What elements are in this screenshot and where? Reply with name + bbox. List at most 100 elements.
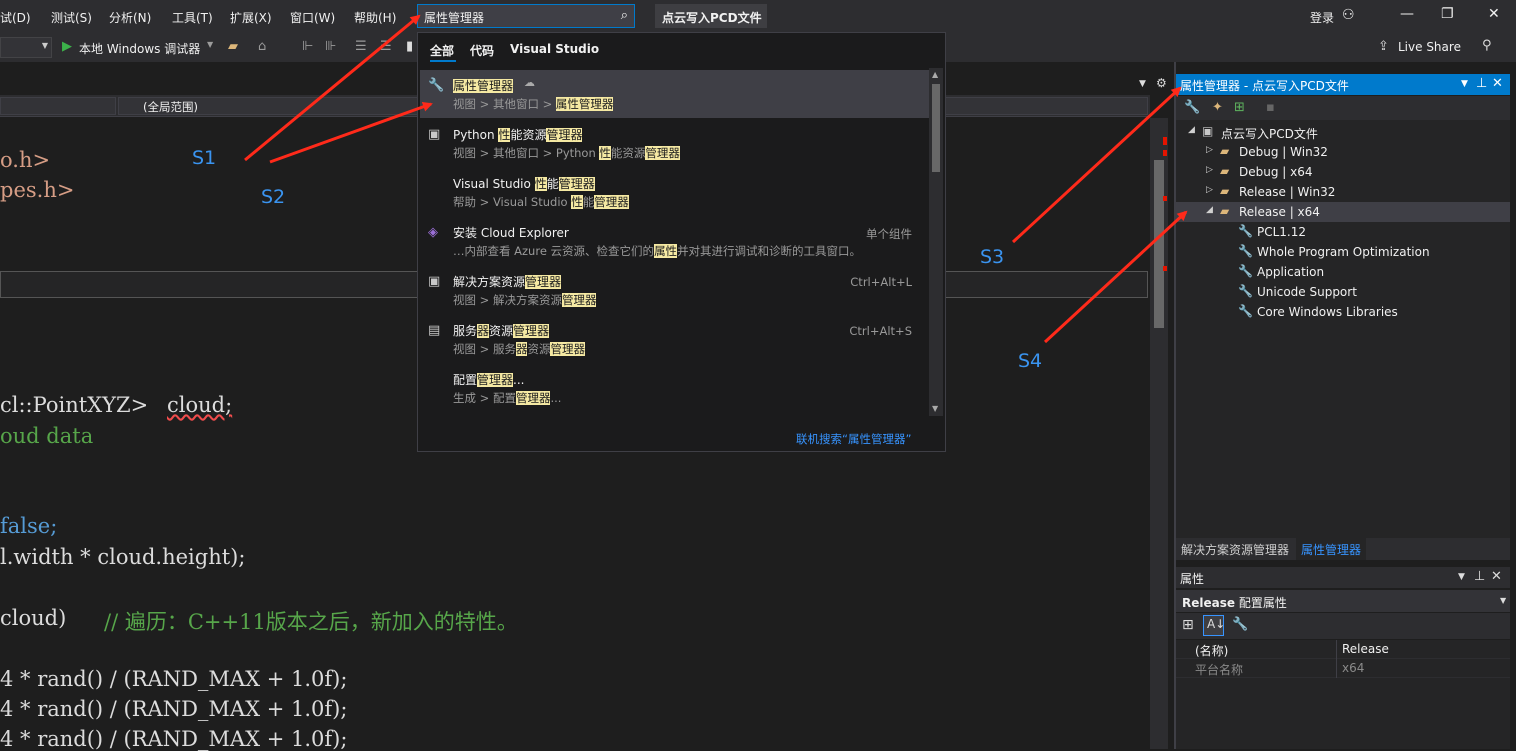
search-result-item[interactable]: 配置管理器... 生成 > 配置管理器... xyxy=(420,364,930,412)
tree-item[interactable]: 🔧 Core Windows Libraries xyxy=(1176,302,1510,322)
window-dropdown-icon[interactable]: ▼ xyxy=(1461,79,1468,89)
menu-window[interactable]: 窗口(W) xyxy=(290,9,335,26)
folder-icon[interactable]: ▰ xyxy=(228,39,238,54)
result-subtitle: 视图 > 其他窗口 > Python 性能资源管理器 xyxy=(453,145,680,161)
tab-solution-explorer[interactable]: 解决方案资源管理器 xyxy=(1176,538,1295,560)
result-text-segment: 服务 xyxy=(453,324,478,338)
annotation-s1: S1 xyxy=(192,147,217,169)
menu-extensions[interactable]: 扩展(X) xyxy=(230,9,272,26)
add-new-sheet-icon[interactable]: ⊞ xyxy=(1234,100,1245,115)
search-result-item[interactable]: 🔧 属性管理器 视图 > 其他窗口 > 属性管理器 ☁ xyxy=(420,70,930,118)
expand-arrow-icon[interactable]: ▷ xyxy=(1206,145,1213,155)
result-text-segment: …内部查看 Azure 云资源、检查它们的 xyxy=(453,244,655,258)
collapse-arrow-icon[interactable]: ◢ xyxy=(1188,125,1195,135)
indent-icon[interactable]: ☰ xyxy=(355,39,367,54)
start-debug-button[interactable]: 本地 Windows 调试器 xyxy=(79,40,200,57)
properties-close-icon[interactable]: ✕ xyxy=(1491,569,1502,584)
categorized-icon[interactable]: ⊞ xyxy=(1182,617,1194,633)
minimize-icon[interactable]: — xyxy=(1400,6,1414,22)
scroll-down-icon[interactable]: ▼ xyxy=(932,404,938,413)
tree-item[interactable]: 🔧 Unicode Support xyxy=(1176,282,1510,302)
result-icon: ◈ xyxy=(428,225,438,240)
properties-pin-icon[interactable]: ⊥ xyxy=(1474,569,1485,584)
project-scope-dropdown[interactable] xyxy=(0,97,116,115)
result-text-segment: 管理器 xyxy=(513,324,550,338)
tree-item[interactable]: ◢ ▰ Release | x64 xyxy=(1176,202,1510,222)
account-icon[interactable]: ⚇ xyxy=(1342,7,1355,23)
tree-item[interactable]: ◢ ▣ 点云写入PCD文件 xyxy=(1176,122,1510,142)
tab-list-dropdown-icon[interactable]: ▼ xyxy=(1139,79,1146,89)
tree-item[interactable]: 🔧 PCL1.12 xyxy=(1176,222,1510,242)
result-text-segment: 属性管理器 xyxy=(555,97,614,111)
result-subtitle: 生成 > 配置管理器... xyxy=(453,390,561,406)
close-panel-icon[interactable]: ✕ xyxy=(1492,76,1503,91)
search-result-item[interactable]: ▣ 解决方案资源管理器 视图 > 解决方案资源管理器 Ctrl+Alt+L xyxy=(420,266,930,314)
property-manager-header: 属性管理器 - 点云写入PCD文件 ▼ ⊥ ✕ xyxy=(1176,74,1510,95)
settings-gear-icon[interactable]: ⚙ xyxy=(1156,76,1167,90)
tree-item-label: Release | x64 xyxy=(1239,205,1320,219)
code-line: 4 * rand() / (RAND_MAX + 1.0f); xyxy=(0,697,348,721)
code-line: 4 * rand() / (RAND_MAX + 1.0f); xyxy=(0,667,348,691)
tab-visual-studio[interactable]: Visual Studio xyxy=(510,42,599,56)
pin-icon[interactable]: ⊥ xyxy=(1476,76,1487,91)
online-search-link[interactable]: 联机搜索“属性管理器” xyxy=(796,431,911,447)
home-icon[interactable]: ⌂ xyxy=(258,39,266,54)
debugger-dropdown-icon[interactable]: ▼ xyxy=(207,40,213,49)
search-result-item[interactable]: ▤ 服务器资源管理器 视图 > 服务器资源管理器 Ctrl+Alt+S xyxy=(420,315,930,363)
tab-property-manager[interactable]: 属性管理器 xyxy=(1296,538,1367,560)
search-icon[interactable]: ⌕ xyxy=(621,8,628,23)
expand-arrow-icon[interactable]: ▷ xyxy=(1206,185,1213,195)
tree-item-label: PCL1.12 xyxy=(1257,225,1307,239)
properties-dropdown-icon[interactable]: ▼ xyxy=(1458,572,1465,582)
tree-item[interactable]: ▷ ▰ Debug | x64 xyxy=(1176,162,1510,182)
collapse-arrow-icon[interactable]: ◢ xyxy=(1206,205,1213,215)
object-dropdown-icon[interactable]: ▼ xyxy=(1500,596,1506,605)
config-dropdown[interactable]: ▼ xyxy=(0,37,52,58)
properties-wrench-icon[interactable]: 🔧 xyxy=(1184,100,1200,115)
add-existing-sheet-icon[interactable]: ✦ xyxy=(1212,100,1223,115)
format-icon-2[interactable]: ⊪ xyxy=(325,39,336,54)
editor-scroll-thumb[interactable] xyxy=(1154,160,1164,328)
tree-item[interactable]: ▷ ▰ Debug | Win32 xyxy=(1176,142,1510,162)
property-row[interactable]: (名称) Release xyxy=(1176,640,1510,659)
bookmark-icon[interactable]: ▮ xyxy=(406,39,413,54)
search-result-item[interactable]: ◈ 安装 Cloud Explorer …内部查看 Azure 云资源、检查它们的属… xyxy=(420,217,930,265)
start-debug-icon[interactable]: ▶ xyxy=(62,39,72,54)
restore-icon[interactable]: ❐ xyxy=(1441,6,1454,22)
menu-debug[interactable]: 试(D) xyxy=(0,9,31,26)
expand-arrow-icon[interactable]: ▷ xyxy=(1206,165,1213,175)
close-icon[interactable]: ✕ xyxy=(1488,6,1500,22)
menu-tools[interactable]: 工具(T) xyxy=(172,9,213,26)
grid-divider xyxy=(1336,640,1337,678)
outdent-icon[interactable]: ☰ xyxy=(380,39,392,54)
search-result-item[interactable]: ▣ Python 性能资源管理器 视图 > 其他窗口 > Python 性能资源管理… xyxy=(420,119,930,167)
tree-item[interactable]: 🔧 Application xyxy=(1176,262,1510,282)
live-share-icon[interactable]: ⇪ xyxy=(1378,39,1389,54)
property-row[interactable]: 平台名称 x64 xyxy=(1176,659,1510,678)
login-link[interactable]: 登录 xyxy=(1310,9,1334,26)
menu-help[interactable]: 帮助(H) xyxy=(354,9,396,26)
tab-code[interactable]: 代码 xyxy=(470,42,494,59)
scroll-up-icon[interactable]: ▲ xyxy=(932,70,938,79)
popup-scroll-thumb[interactable] xyxy=(932,84,940,172)
folder-icon: ▰ xyxy=(1220,144,1230,158)
result-shortcut: Ctrl+Alt+L xyxy=(850,275,912,289)
result-text-segment: 器 xyxy=(477,324,490,338)
search-result-item[interactable]: Visual Studio 性能管理器 帮助 > Visual Studio 性能… xyxy=(420,168,930,216)
feedback-icon[interactable]: ⚲ xyxy=(1482,38,1492,53)
menu-analyze[interactable]: 分析(N) xyxy=(109,9,151,26)
code-line: 4 * rand() / (RAND_MAX + 1.0f); xyxy=(0,727,348,751)
live-share-button[interactable]: Live Share xyxy=(1398,40,1461,54)
save-icon[interactable]: ▪ xyxy=(1266,100,1275,115)
tree-item[interactable]: ▷ ▰ Release | Win32 xyxy=(1176,182,1510,202)
property-pages-icon[interactable]: 🔧 xyxy=(1232,617,1248,632)
format-icon[interactable]: ⊩ xyxy=(302,39,313,54)
search-input[interactable]: 属性管理器 ⌕ xyxy=(417,4,635,28)
tree-item[interactable]: 🔧 Whole Program Optimization xyxy=(1176,242,1510,262)
result-text-segment: Visual Studio xyxy=(453,177,535,191)
object-selector[interactable]: Release 配置属性 ▼ xyxy=(1176,590,1510,612)
alphabetical-icon[interactable]: A↓ xyxy=(1203,615,1225,636)
menu-test[interactable]: 测试(S) xyxy=(51,9,92,26)
tab-all[interactable]: 全部 xyxy=(430,42,454,59)
result-text-segment: 能 xyxy=(546,177,559,191)
